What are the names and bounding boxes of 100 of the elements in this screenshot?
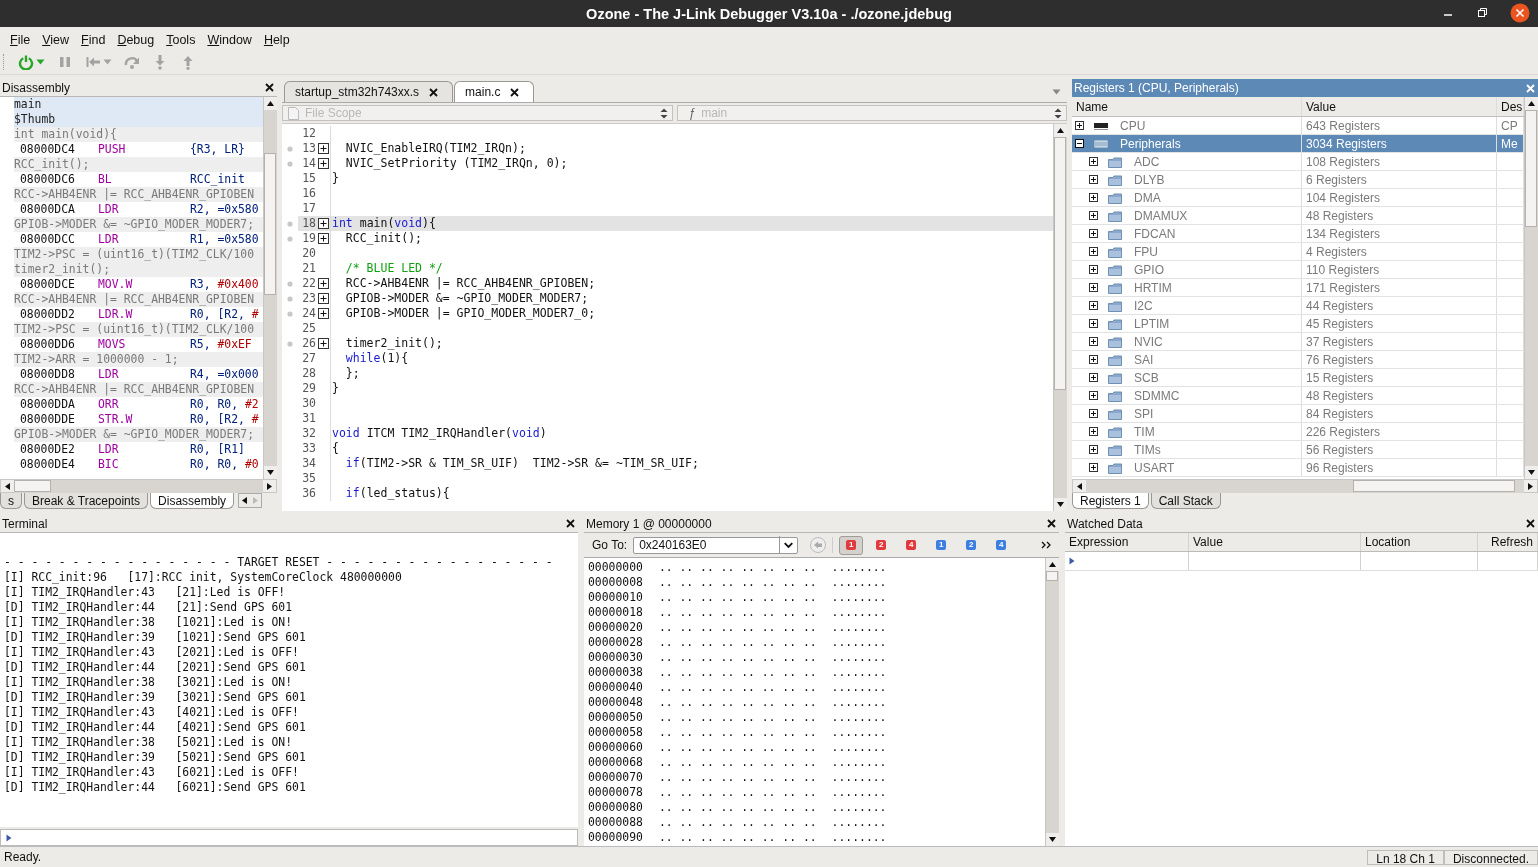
tree-row[interactable]: ADC 108 Registers: [1072, 153, 1524, 171]
breakpoint-filter-button[interactable]: 4: [989, 535, 1014, 555]
scrollbar-thumb[interactable]: [1054, 137, 1066, 390]
breakpoint-filter-button[interactable]: 1: [839, 535, 864, 555]
expand-icon[interactable]: [1089, 301, 1098, 310]
expand-icon[interactable]: [317, 278, 329, 289]
column-header[interactable]: Name: [1072, 97, 1302, 116]
expand-icon[interactable]: [1089, 391, 1098, 400]
menu-item[interactable]: File: [4, 33, 37, 47]
tree-row[interactable]: FDCAN 134 Registers: [1072, 225, 1524, 243]
expand-icon[interactable]: [1089, 337, 1098, 346]
breakpoint-filter-button[interactable]: 2: [869, 535, 894, 555]
vertical-scrollbar[interactable]: [1053, 124, 1067, 511]
vertical-scrollbar[interactable]: [263, 97, 277, 479]
tree-row[interactable]: LPTIM 45 Registers: [1072, 315, 1524, 333]
address-field[interactable]: 0x240163E0: [633, 536, 799, 554]
menu-item[interactable]: Help: [257, 33, 296, 47]
tree-row[interactable]: DMAMUX 48 Registers: [1072, 207, 1524, 225]
expand-icon[interactable]: [1089, 265, 1098, 274]
horizontal-scrollbar[interactable]: [0, 479, 277, 493]
expand-icon[interactable]: [317, 218, 329, 229]
tree-row[interactable]: NVIC 37 Registers: [1072, 333, 1524, 351]
close-icon[interactable]: [510, 87, 520, 97]
command-input-field[interactable]: [0, 829, 578, 846]
close-icon[interactable]: [1510, 3, 1530, 23]
vertical-scrollbar[interactable]: [1524, 97, 1538, 479]
expand-icon[interactable]: [1089, 427, 1098, 436]
expand-icon[interactable]: [317, 308, 329, 319]
expand-icon[interactable]: [1089, 319, 1098, 328]
scrollbar-thumb[interactable]: [14, 479, 52, 492]
breakpoint-filter-button[interactable]: 2: [959, 535, 984, 555]
more-icon[interactable]: [1041, 540, 1053, 550]
expand-icon[interactable]: [1075, 121, 1084, 130]
expand-icon[interactable]: [1089, 373, 1098, 382]
scrollbar-thumb[interactable]: [1046, 571, 1058, 582]
close-icon[interactable]: [1047, 519, 1056, 528]
tree-row[interactable]: DLYB 6 Registers: [1072, 171, 1524, 189]
expand-icon[interactable]: [1089, 355, 1098, 364]
tree-row[interactable]: TIM 226 Registers: [1072, 423, 1524, 441]
power-icon[interactable]: [18, 53, 34, 70]
tab[interactable]: Registers 1: [1072, 493, 1149, 509]
expand-icon[interactable]: [1089, 211, 1098, 220]
expand-icon[interactable]: [317, 158, 329, 169]
expand-icon[interactable]: [1089, 157, 1098, 166]
tab[interactable]: Call Stack: [1150, 493, 1221, 509]
tab[interactable]: s: [0, 493, 22, 509]
close-icon[interactable]: [429, 87, 439, 97]
expand-icon[interactable]: [1089, 409, 1098, 418]
tree-row[interactable]: SAI 76 Registers: [1072, 351, 1524, 369]
tree-row[interactable]: USART 96 Registers: [1072, 459, 1524, 477]
expand-icon[interactable]: [1089, 175, 1098, 184]
expand-icon[interactable]: [317, 293, 329, 304]
breakpoint-filter-button[interactable]: 4: [899, 535, 924, 555]
close-icon[interactable]: [265, 83, 274, 92]
column-header[interactable]: Expression: [1065, 533, 1189, 551]
tab[interactable]: Disassembly: [150, 493, 235, 509]
expand-icon[interactable]: [1089, 463, 1098, 472]
column-header[interactable]: Location: [1361, 533, 1478, 551]
tree-row[interactable]: I2C 44 Registers: [1072, 297, 1524, 315]
expand-icon[interactable]: [1089, 193, 1098, 202]
horizontal-scrollbar[interactable]: [1072, 479, 1538, 493]
close-icon[interactable]: [1526, 519, 1535, 528]
dropdown-icon[interactable]: [1052, 89, 1061, 95]
menu-item[interactable]: Debug: [111, 33, 161, 47]
collapse-icon[interactable]: [1075, 139, 1084, 148]
tree-row[interactable]: SPI 84 Registers: [1072, 405, 1524, 423]
scrollbar-thumb[interactable]: [1525, 110, 1537, 228]
caret-icon[interactable]: [36, 58, 45, 65]
tab[interactable]: main.c: [454, 81, 535, 102]
vertical-scrollbar[interactable]: [1045, 558, 1059, 846]
tree-row[interactable]: HRTIM 171 Registers: [1072, 279, 1524, 297]
menu-item[interactable]: View: [36, 33, 76, 47]
expand-icon[interactable]: [1089, 229, 1098, 238]
menu-item[interactable]: Find: [75, 33, 112, 47]
tree-row[interactable]: DMA 104 Registers: [1072, 189, 1524, 207]
tree-row[interactable]: TIMs 56 Registers: [1072, 441, 1524, 459]
column-header[interactable]: Value: [1189, 533, 1361, 551]
column-header[interactable]: Value: [1302, 97, 1497, 116]
scrollbar-thumb[interactable]: [1353, 479, 1516, 492]
tree-row[interactable]: SDMMC 48 Registers: [1072, 387, 1524, 405]
expand-icon[interactable]: [1089, 283, 1098, 292]
expand-icon[interactable]: [317, 338, 329, 349]
close-icon[interactable]: [566, 519, 575, 528]
tree-row[interactable]: SCB 15 Registers: [1072, 369, 1524, 387]
restore-icon[interactable]: [1476, 7, 1488, 19]
tab[interactable]: Break & Tracepoints: [24, 493, 149, 509]
breakpoint-filter-button[interactable]: 1: [929, 535, 954, 555]
scrollbar-thumb[interactable]: [264, 152, 276, 296]
menu-item[interactable]: Window: [201, 33, 258, 47]
expand-icon[interactable]: [317, 233, 329, 244]
tree-row[interactable]: Peripherals 3034 Registers Me: [1072, 135, 1524, 153]
tree-row[interactable]: FPU 4 Registers: [1072, 243, 1524, 261]
column-header[interactable]: Refresh: [1478, 533, 1538, 551]
function-dropdown[interactable]: ƒ main: [676, 105, 1067, 121]
expand-icon[interactable]: [317, 143, 329, 154]
expand-icon[interactable]: [1089, 247, 1098, 256]
expand-icon[interactable]: [1089, 445, 1098, 454]
tree-row[interactable]: GPIO 110 Registers: [1072, 261, 1524, 279]
tab[interactable]: startup_stm32h743xx.s: [284, 81, 454, 102]
menu-item[interactable]: Tools: [160, 33, 202, 47]
